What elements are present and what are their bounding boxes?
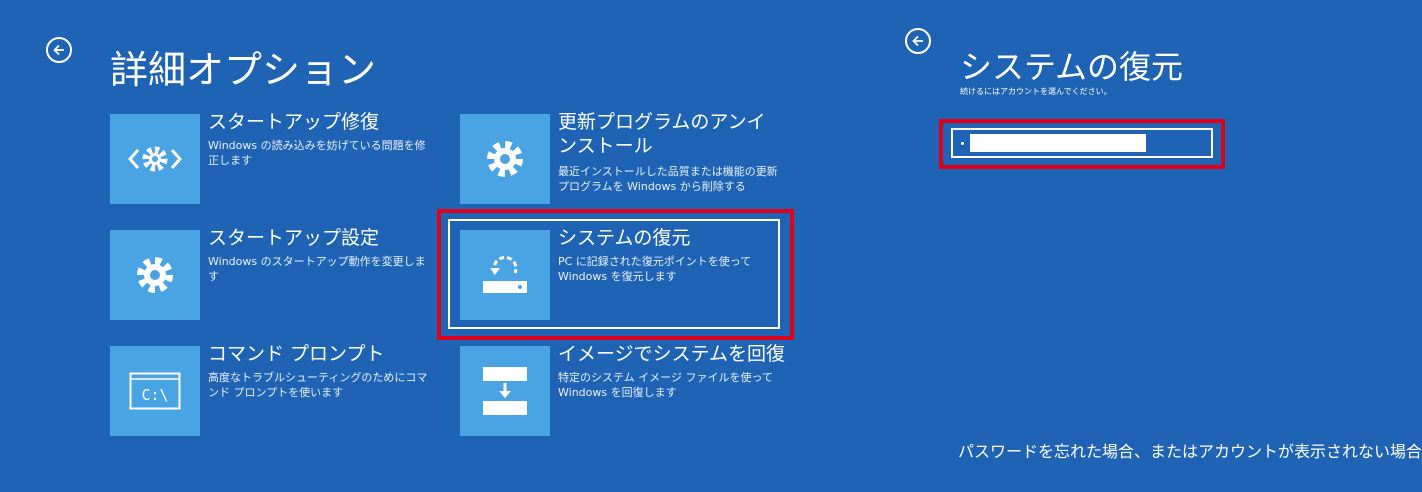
command-prompt-icon: C:\: [110, 346, 200, 436]
account-name-redacted: [970, 134, 1146, 152]
option-description: 最近インストールした品質または機能の更新プログラムを Windows から削除す…: [558, 165, 778, 193]
account-bullet: [961, 142, 964, 145]
system-restore-icon: [460, 230, 550, 320]
instruction-text: 続けるにはアカウントを選んでください。: [960, 87, 1112, 96]
code-gear-icon: [110, 114, 200, 204]
forgot-password-link[interactable]: パスワードを忘れた場合、またはアカウントが表示されない場合: [958, 441, 1422, 463]
option-title: 更新プログラムのアンインストール: [558, 111, 766, 157]
option-title: コマンド プロンプト: [208, 343, 385, 365]
option-description: Windows のスタートアップ動作を変更します: [208, 255, 426, 283]
system-restore-title: システムの復元: [960, 47, 1184, 86]
page-title: 詳細オプション: [110, 48, 377, 93]
option-title: イメージでシステムを回復: [558, 343, 786, 365]
option-title: システムの復元: [558, 227, 691, 249]
option-description: 特定のシステム イメージ ファイルを使って Windows を回復します: [558, 371, 773, 399]
back-button[interactable]: [46, 37, 72, 63]
back-arrow-icon: [912, 35, 923, 47]
back-arrow-icon: [53, 44, 64, 56]
option-description: 高度なトラブルシューティングのためにコマンド プロンプトを使います: [208, 371, 428, 399]
account-select[interactable]: [951, 128, 1213, 158]
system-image-icon: [460, 346, 550, 436]
back-button[interactable]: [905, 28, 931, 54]
gear-icon: [110, 230, 200, 320]
gear-icon: [460, 114, 550, 204]
svg-text:C:\: C:\: [141, 386, 168, 404]
option-title: スタートアップ設定: [208, 227, 380, 249]
option-title: スタートアップ修復: [208, 111, 380, 133]
option-description: Windows の読み込みを妨げている問題を修正します: [208, 139, 426, 167]
option-description: PC に記録された復元ポイントを使って Windows を復元します: [558, 255, 752, 283]
